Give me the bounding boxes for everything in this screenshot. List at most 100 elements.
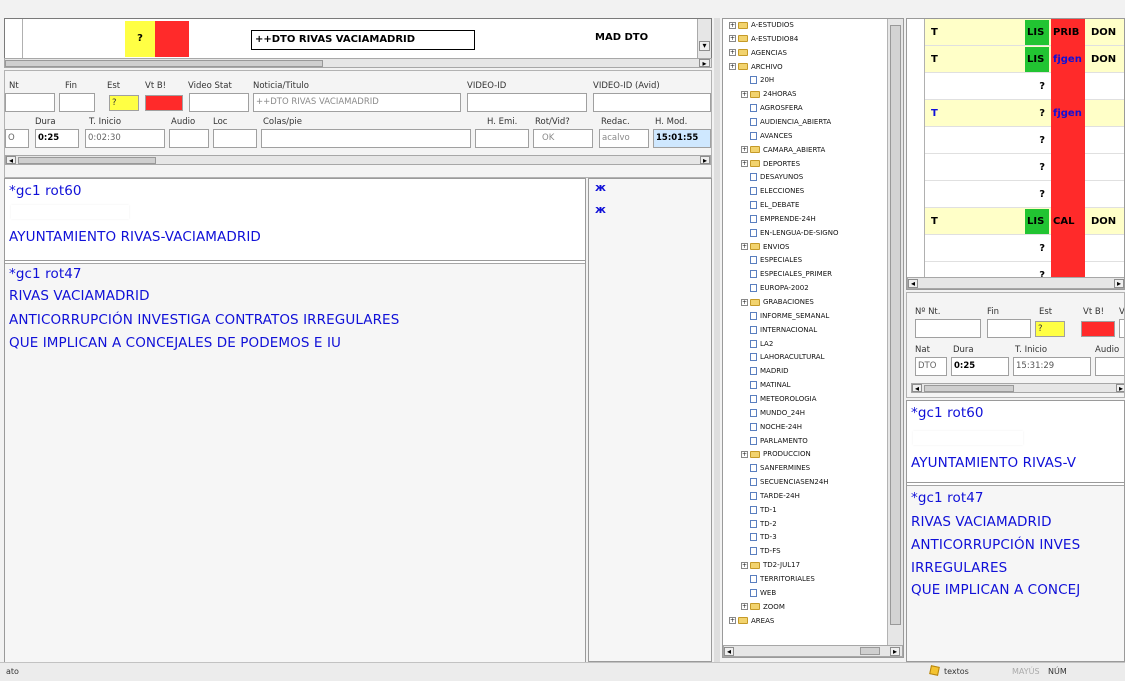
hmod-field[interactable]: 15:01:55: [653, 129, 711, 148]
scroll-right-icon[interactable]: ▸: [700, 156, 710, 165]
tree-item[interactable]: INFORME_SEMANAL: [741, 311, 829, 323]
tree-item[interactable]: INTERNACIONAL: [741, 325, 817, 337]
tree-item[interactable]: + TD2-JUL17: [741, 561, 800, 572]
video-stat-field[interactable]: [189, 93, 249, 112]
tree-item[interactable]: ESPECIALES_PRIMER: [741, 270, 832, 281]
right-script-box-2[interactable]: *gc1 rot47 RIVAS VACIAMADRID ANTICORRUPC…: [907, 485, 1124, 661]
scroll-thumb[interactable]: [860, 647, 880, 655]
tree-item[interactable]: DESAYUNOS: [741, 173, 803, 184]
tree-item[interactable]: + AREAS: [729, 617, 774, 628]
grid-row[interactable]: ?: [925, 181, 1124, 208]
right-script-box-1[interactable]: *gc1 rot60 AYUNTAMIENTO RIVAS-V: [907, 401, 1124, 483]
dura-field[interactable]: 0:25: [951, 357, 1009, 376]
scroll-right-icon[interactable]: ▸: [890, 647, 900, 656]
tree-item[interactable]: + AGENCIAS: [729, 49, 787, 60]
tree-vscroll[interactable]: [887, 19, 903, 645]
scroll-thumb[interactable]: [890, 25, 901, 625]
loc-field[interactable]: [213, 129, 257, 148]
tree-item[interactable]: TD-FS: [741, 547, 781, 558]
video-id-avid-field[interactable]: [593, 93, 711, 112]
tree-item[interactable]: EL_DEBATE: [741, 201, 799, 212]
tree-item[interactable]: +24HORAS: [741, 90, 797, 101]
scroll-right-icon[interactable]: ▸: [699, 59, 710, 68]
expand-icon[interactable]: +: [741, 90, 748, 98]
expand-icon[interactable]: +: [741, 603, 748, 611]
tree-item[interactable]: TARDE-24H: [741, 491, 800, 503]
expand-icon[interactable]: +: [729, 63, 736, 71]
redac-field[interactable]: acalvo: [599, 129, 649, 148]
scroll-down-icon[interactable]: ▾: [699, 41, 710, 51]
expand-icon[interactable]: +: [741, 243, 748, 251]
right-fields-hscroll[interactable]: ◂ ▸: [911, 383, 1124, 393]
tree-item[interactable]: NOCHE-24H: [741, 422, 802, 434]
tree-item[interactable]: + ENVIOS: [741, 243, 789, 254]
tree-item[interactable]: + DEPORTES: [741, 160, 800, 171]
tree-item[interactable]: EN-LENGUA-DE-SIGNO: [741, 228, 838, 240]
grid-row[interactable]: ?: [925, 73, 1124, 100]
tree-item[interactable]: MADRID: [741, 367, 789, 378]
tree-item[interactable]: MATINAL: [741, 381, 791, 392]
rundown-top-strip[interactable]: ? ++DTO RIVAS VACIAMADRID MAD DTO ▾: [4, 18, 712, 60]
marks-column[interactable]: ж ж: [588, 178, 712, 662]
title-field[interactable]: ++DTO RIVAS VACIAMADRID: [253, 93, 461, 112]
scroll-right-icon[interactable]: ▸: [1114, 279, 1124, 288]
nt-field[interactable]: [5, 93, 55, 112]
tree-item[interactable]: MUNDO_24H: [741, 408, 805, 420]
tree-item[interactable]: LA2: [741, 339, 773, 351]
tree-item[interactable]: SANFERMINES: [741, 464, 810, 475]
scroll-left-icon[interactable]: ◂: [6, 156, 16, 165]
tree-item[interactable]: TD-3: [741, 533, 777, 544]
est-field[interactable]: ?: [1035, 321, 1065, 337]
tree-item[interactable]: AVANCES: [741, 131, 792, 143]
tree-item[interactable]: EMPRENDE-24H: [741, 214, 816, 226]
audio-field[interactable]: [1095, 357, 1124, 376]
grid-hscroll[interactable]: ◂ ▸: [907, 277, 1124, 289]
fin-field[interactable]: [987, 319, 1031, 338]
strip-vscroll[interactable]: ▾: [697, 19, 711, 59]
tree-item[interactable]: 20H: [741, 76, 774, 87]
audio-field[interactable]: [169, 129, 209, 148]
expand-icon[interactable]: +: [729, 21, 736, 29]
tinicio-field[interactable]: 15:31:29: [1013, 357, 1091, 376]
scroll-thumb[interactable]: [5, 60, 323, 67]
tree-item[interactable]: + A-ESTUDIOS: [729, 21, 794, 32]
expand-icon[interactable]: +: [729, 49, 736, 57]
dura-field[interactable]: 0:25: [35, 129, 79, 148]
grid-row[interactable]: TNCLISPRIBDON: [925, 19, 1124, 46]
tree-item[interactable]: + ARCHIVO: [729, 63, 783, 74]
tree-item[interactable]: AUDIENCIA_ABIERTA: [741, 117, 831, 129]
tree-item[interactable]: + PRODUCCION: [741, 450, 811, 461]
expand-icon[interactable]: +: [741, 561, 748, 569]
expand-icon[interactable]: +: [729, 35, 736, 43]
tree-hscroll[interactable]: ◂ ▸: [723, 645, 903, 657]
est-field[interactable]: ?: [109, 95, 139, 111]
vtb-field[interactable]: [145, 95, 183, 111]
script-box-1[interactable]: *gc1 rot60 AYUNTAMIENTO RIVAS-VACIAMADRI…: [5, 179, 585, 261]
scroll-thumb[interactable]: [18, 157, 156, 164]
scroll-right-icon[interactable]: ▸: [1116, 384, 1124, 393]
archive-tree[interactable]: + A-ESTUDIOS + A-ESTUDIO84 + AGENCIAS + ARCHIVO…: [722, 18, 904, 658]
tree-item[interactable]: AGROSFERA: [741, 104, 803, 115]
colas-pie-field[interactable]: [261, 129, 471, 148]
expand-icon[interactable]: +: [729, 617, 736, 625]
rotvid-field[interactable]: OK: [533, 129, 593, 148]
grid-row[interactable]: ?: [925, 235, 1124, 262]
nt-field[interactable]: [915, 319, 981, 338]
scroll-thumb[interactable]: [924, 385, 1014, 392]
script-box-2[interactable]: *gc1 rot47 RIVAS VACIAMADRID ANTICORRUPC…: [5, 263, 585, 663]
v-field[interactable]: [1119, 319, 1124, 338]
vtb-field[interactable]: [1081, 321, 1115, 337]
grid-row[interactable]: TNCLISCALDON: [925, 208, 1124, 235]
expand-icon[interactable]: +: [741, 298, 748, 306]
video-id-field[interactable]: [467, 93, 587, 112]
scroll-left-icon[interactable]: ◂: [912, 384, 922, 393]
hemi-field[interactable]: [475, 129, 529, 148]
expand-icon[interactable]: +: [741, 160, 748, 167]
tree-item[interactable]: ELECCIONES: [741, 187, 804, 198]
tree-item[interactable]: SECUENCIASEN24H: [741, 478, 829, 489]
tree-item[interactable]: TERRITORIALES: [741, 575, 815, 586]
scroll-left-icon[interactable]: ◂: [908, 279, 918, 288]
tree-item[interactable]: EUROPA-2002: [741, 284, 809, 295]
nat-field[interactable]: O: [5, 129, 29, 148]
grid-row[interactable]: T? fjgen: [925, 100, 1124, 127]
